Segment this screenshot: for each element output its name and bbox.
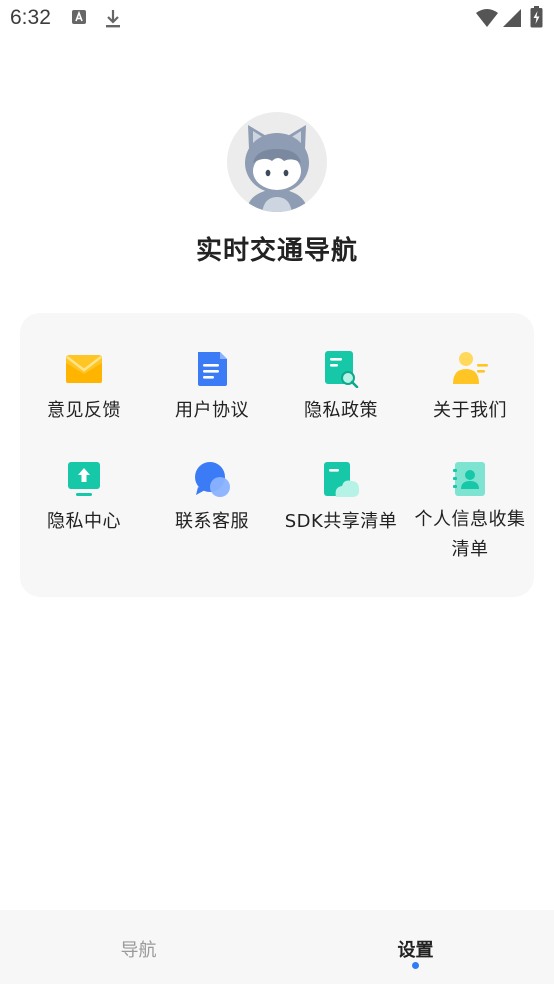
menu-item-feedback[interactable]: 意见反馈 (20, 350, 148, 430)
bottom-nav: 导航 设置 (0, 910, 554, 984)
tab-label: 设置 (397, 940, 434, 961)
menu-item-label: 关于我们 (433, 400, 507, 421)
wifi-icon (475, 8, 499, 32)
menu-item-label: 意见反馈 (47, 400, 121, 421)
menu-item-contact-service[interactable]: 联系客服 (148, 461, 276, 541)
menu-card: 意见反馈 用户协议 隐私政策 关于我们 隐私中心 联系客服 SDK共享清单 个人… (20, 313, 534, 597)
menu-item-about-us[interactable]: 关于我们 (406, 350, 534, 430)
menu-item-sdk-share-list[interactable]: SDK共享清单 (277, 461, 405, 541)
menu-item-label: 个人信息收集清单 (414, 509, 526, 560)
app-name: 实时交通导航 (195, 236, 358, 266)
menu-item-privacy-policy[interactable]: 隐私政策 (277, 350, 405, 430)
menu-item-label: 用户协议 (175, 400, 249, 421)
contact-book-icon (451, 461, 489, 499)
tab-label: 导航 (120, 940, 157, 961)
settings-screen: 6:32 实时交通导航 意见反馈 用户协议 隐私政策 关于我们 隐私中心 联系客… (0, 0, 554, 984)
tab-navigation[interactable]: 导航 (0, 910, 277, 984)
document-icon (193, 350, 231, 388)
download-icon (104, 9, 122, 33)
upload-monitor-icon (65, 461, 103, 499)
menu-item-label: 隐私政策 (304, 400, 378, 421)
active-indicator-dot (412, 962, 419, 969)
signal-icon (502, 8, 522, 32)
sdk-share-icon (322, 461, 360, 499)
text-a-icon (71, 9, 87, 29)
battery-charging-icon (530, 6, 543, 32)
menu-item-user-agreement[interactable]: 用户协议 (148, 350, 276, 430)
privacy-policy-icon (322, 350, 360, 389)
menu-item-label: SDK共享清单 (284, 511, 398, 532)
menu-item-label: 联系客服 (175, 511, 249, 532)
menu-item-personal-info-list[interactable]: 个人信息收集清单 (406, 461, 534, 571)
menu-item-privacy-center[interactable]: 隐私中心 (20, 461, 148, 541)
avatar[interactable] (226, 111, 328, 213)
mail-icon (65, 350, 103, 388)
about-user-icon (451, 350, 489, 388)
status-bar: 6:32 (0, 0, 554, 38)
status-time: 6:32 (10, 6, 51, 29)
chat-bubble-icon (193, 461, 231, 499)
tab-settings[interactable]: 设置 (277, 910, 554, 984)
menu-item-label: 隐私中心 (47, 511, 121, 532)
